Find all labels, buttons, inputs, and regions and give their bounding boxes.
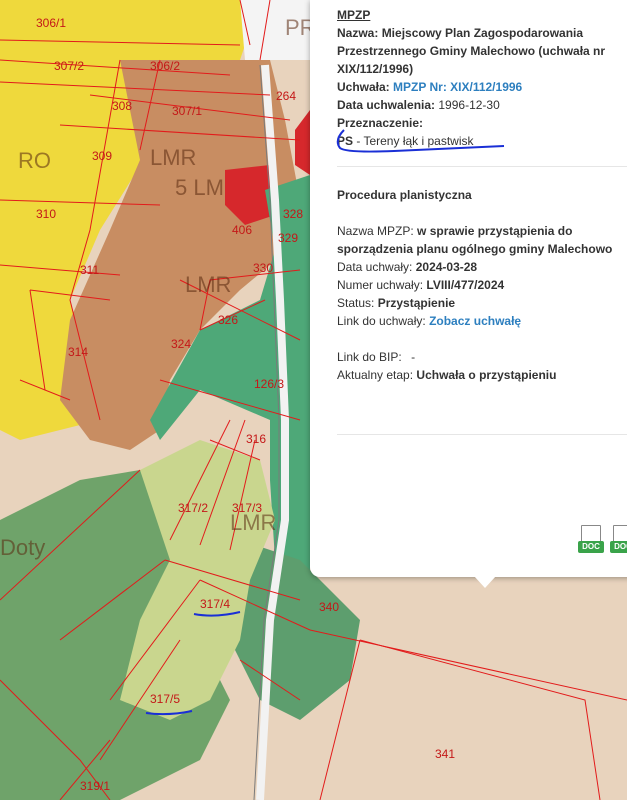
plot-number[interactable]: 317/3 [232, 501, 262, 515]
divider [337, 166, 627, 167]
doc-file-icon[interactable]: DOC [610, 525, 627, 559]
date-value: 2024-03-28 [415, 260, 478, 274]
plot-number[interactable]: 324 [171, 337, 191, 351]
plot-number[interactable]: 126/3 [254, 377, 284, 391]
number-value: LVIII/477/2024 [426, 278, 505, 292]
plot-number[interactable]: 316 [246, 432, 266, 446]
plot-number[interactable]: 326 [218, 313, 238, 327]
name-label: Nazwa: [337, 26, 379, 40]
plot-number[interactable]: 330 [253, 261, 273, 275]
resolution-label: Uchwała: [337, 80, 390, 94]
adopted-label: Data uchwalenia: [337, 98, 436, 112]
plot-number[interactable]: 306/2 [150, 59, 180, 73]
link-label: Link do uchwały: [337, 314, 426, 328]
plot-number[interactable]: 309 [92, 149, 112, 163]
plot-number[interactable]: 317/4 [200, 597, 230, 611]
zone-label: LMR [150, 145, 196, 170]
purpose-row: PS - Tereny łąk i pastwisk [336, 129, 627, 153]
zone-label: RO [18, 148, 51, 173]
plot-number[interactable]: 311 [80, 263, 99, 277]
bip-label: Link do BIP: [337, 350, 402, 364]
stage-label: Aktualny etap: [337, 368, 414, 382]
plot-number[interactable]: 317/2 [178, 501, 208, 515]
plot-number[interactable]: 319/1 [80, 779, 110, 793]
plot-number[interactable]: 341 [435, 747, 455, 761]
info-popup: MPZP Nazwa: Miejscowy Plan Zagospodarowa… [310, 0, 627, 577]
stage-value: Uchwała o przystąpieniu [416, 368, 557, 382]
popup-pointer [474, 576, 496, 588]
resolution-doc-link[interactable]: Zobacz uchwałę [429, 314, 521, 328]
plot-number[interactable]: 314 [68, 345, 88, 359]
zone-label: LMR [185, 272, 231, 297]
plot-number[interactable]: 307/1 [172, 104, 202, 118]
date-label: Data uchwały: [337, 260, 413, 274]
divider [337, 434, 627, 435]
plot-number[interactable]: 310 [36, 207, 56, 221]
plot-number[interactable]: 329 [278, 231, 298, 245]
number-label: Numer uchwały: [337, 278, 424, 292]
adopted-value: 1996-12-30 [438, 98, 500, 112]
doc-file-icon[interactable]: DOC [578, 525, 604, 559]
zone-label: 5 LM [175, 175, 224, 200]
proc-name-label: Nazwa MPZP: [337, 224, 414, 238]
plot-number[interactable]: 306/1 [36, 16, 66, 30]
plot-number[interactable]: 328 [283, 207, 303, 221]
resolution-link[interactable]: MPZP Nr: XIX/112/1996 [393, 80, 522, 94]
zone-label: Doty [0, 535, 45, 560]
plot-number[interactable]: 406 [232, 223, 252, 237]
procedure-title: Procedura planistyczna [337, 188, 472, 202]
plot-number[interactable]: 340 [319, 600, 339, 614]
plot-number[interactable]: 307/2 [54, 59, 84, 73]
popup-header: MPZP [337, 8, 371, 22]
bip-value: - [411, 350, 416, 364]
name-value: Miejscowy Plan Zagospodarowania Przestrz… [337, 26, 606, 76]
status-value: Przystąpienie [377, 296, 456, 310]
status-label: Status: [337, 296, 375, 310]
plot-number[interactable]: 317/5 [150, 692, 180, 706]
plot-number[interactable]: 264 [276, 89, 296, 103]
plot-number[interactable]: 308 [112, 99, 132, 113]
annotation-circle [336, 129, 505, 153]
